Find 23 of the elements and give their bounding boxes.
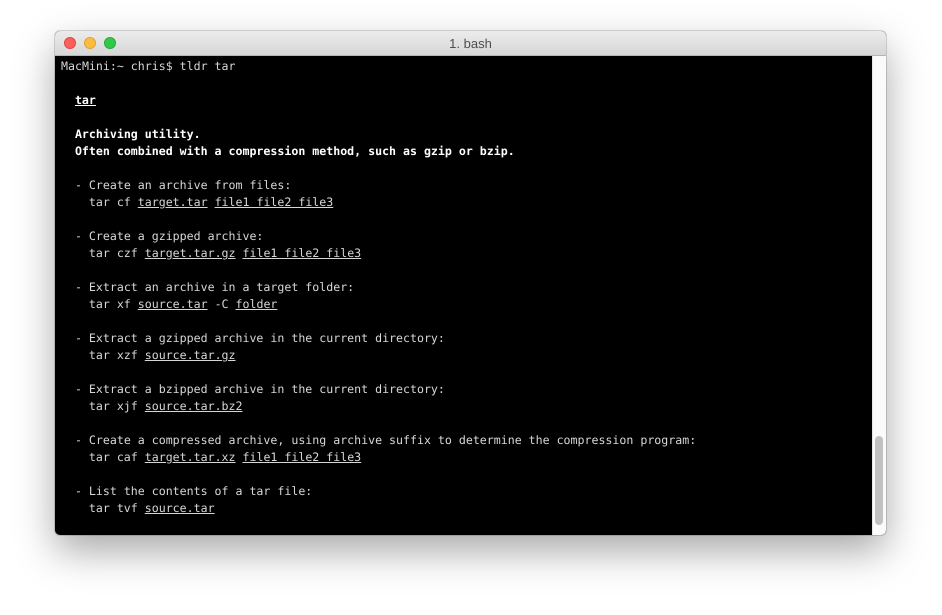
example-description: - Create an archive from files: (74, 177, 292, 194)
example-description: - Extract an archive in a target folder: (74, 279, 354, 296)
prompt-line: MacMini:~ chris$ tldr tar (61, 58, 236, 75)
command-line: tar tvf source.tar (88, 500, 215, 517)
command-line: tar cf target.tar file1 file2 file3 (88, 194, 334, 211)
description-line: Archiving utility. (74, 126, 201, 143)
example-description: - Create a compressed archive, using archive suffix to determine the compression program: (74, 432, 696, 449)
example-description: - Extract a bzipped archive in the current directory: (74, 381, 445, 398)
page-title: tar (74, 93, 96, 107)
minimize-button[interactable] (84, 37, 96, 49)
window-title: 1. bash (449, 36, 492, 50)
example-description: - List the contents of a tar file: (74, 483, 312, 500)
example-description: - Extract a gzipped archive in the current directory: (74, 330, 445, 347)
description-line: Often combined with a compression method, such as gzip or bzip. (74, 143, 515, 160)
command-line: tar czf target.tar.gz file1 file2 file3 (88, 245, 362, 262)
zoom-button[interactable] (104, 37, 116, 49)
scrollbar-thumb[interactable] (875, 436, 883, 525)
command-line: tar caf target.tar.xz file1 file2 file3 (88, 449, 362, 466)
command-line: tar xf source.tar -C folder (88, 296, 278, 313)
command-line: tar xzf source.tar.gz (88, 347, 236, 364)
example-description: - Create a gzipped archive: (74, 228, 264, 245)
close-button[interactable] (64, 37, 76, 49)
command-line: tar xjf source.tar.bz2 (88, 398, 242, 415)
